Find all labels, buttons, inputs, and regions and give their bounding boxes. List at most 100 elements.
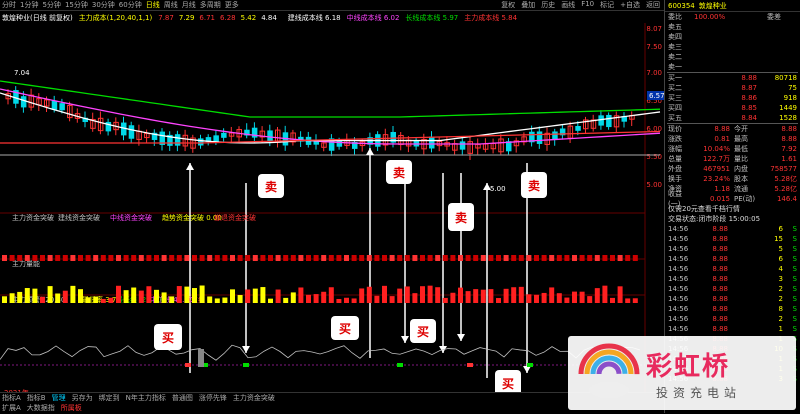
period-tab[interactable]: 30分钟 xyxy=(92,0,115,10)
volume-strip xyxy=(389,255,395,261)
toolbar-action[interactable]: 历史 xyxy=(541,0,555,10)
stat-label: 换手 xyxy=(668,175,682,183)
volume-strip xyxy=(549,255,555,261)
book-price: 8.84 xyxy=(741,114,757,122)
period-tab[interactable]: 分时 xyxy=(2,0,16,10)
volume-strip xyxy=(154,255,159,261)
indicator-tab[interactable]: 普通图 xyxy=(172,393,193,403)
volume-strip xyxy=(131,255,137,261)
energy-bar xyxy=(230,289,235,303)
candle-body xyxy=(20,96,27,108)
tick-side: S xyxy=(792,235,797,243)
kline-chart[interactable]: 8.077.507.006.506.005.505.007.045.006.57… xyxy=(0,23,664,401)
weibi-row: 委比 100.00% 委差 xyxy=(665,12,800,22)
energy-bar xyxy=(458,287,463,303)
toolbar-right: 复权 叠加 历史 画线 F10 标记 +自选 返回 xyxy=(501,0,664,10)
tick-side: S xyxy=(792,275,797,283)
volume-strip xyxy=(336,255,342,261)
notice-row[interactable]: 仅需20元查看千档行情 xyxy=(665,204,800,214)
volume-strip xyxy=(328,255,334,261)
tick-row: 14:56 8.88 5 S xyxy=(665,244,800,254)
indicator-tab[interactable]: N年主力指标 xyxy=(126,393,166,403)
energy-bar xyxy=(169,296,175,303)
book-volume: 1449 xyxy=(779,104,797,112)
tick-price: 8.88 xyxy=(712,255,728,263)
indicator-value: 7.29 xyxy=(178,13,195,22)
toolbar-action[interactable]: 标记 xyxy=(600,0,614,10)
energy-bar xyxy=(594,288,600,303)
weibi-label: 委比 xyxy=(668,13,682,21)
extension-tab[interactable]: 所属板 xyxy=(61,403,82,413)
energy-bar xyxy=(480,289,486,303)
tick-side: S xyxy=(792,255,797,263)
period-tab[interactable]: 日线 xyxy=(146,0,160,10)
book-price: 8.87 xyxy=(741,84,757,92)
energy-bar xyxy=(344,297,349,303)
toolbar-action[interactable]: +自选 xyxy=(620,0,640,10)
candle-body xyxy=(536,131,543,144)
candle-body xyxy=(221,132,227,138)
indicator-tab[interactable]: 另存为 xyxy=(72,393,93,403)
tick-side: S xyxy=(792,325,797,333)
energy-bar xyxy=(366,286,372,303)
candle-body xyxy=(59,103,65,111)
period-tab[interactable]: 60分钟 xyxy=(119,0,142,10)
book-volume: 1528 xyxy=(779,114,797,122)
toolbar-action[interactable]: 返回 xyxy=(646,0,660,10)
energy-bar xyxy=(108,297,114,303)
indicator-title[interactable]: 主力成本(1,20,40,1,1) xyxy=(79,13,153,23)
volume-strip xyxy=(40,255,45,261)
buy-callout-2: 买 xyxy=(331,316,359,340)
tick-time: 14:56 xyxy=(668,315,689,323)
indicator-tab[interactable]: 绑定到 xyxy=(99,393,120,403)
volume-strip xyxy=(427,255,433,261)
period-tab[interactable]: 15分钟 xyxy=(65,0,88,10)
tick-volume: 8 xyxy=(778,305,783,313)
stat-value: 8.88 xyxy=(781,135,797,143)
volume-strip xyxy=(146,255,152,261)
period-tab[interactable]: 周线 xyxy=(164,0,178,10)
volume-strip xyxy=(442,255,448,261)
indicator-tab[interactable]: 指标A xyxy=(2,393,21,403)
energy-bar xyxy=(556,293,562,303)
candle-body xyxy=(128,125,135,139)
tick-side: S xyxy=(792,225,797,233)
toolbar-action[interactable]: F10 xyxy=(581,0,594,10)
period-tab[interactable]: 月线 xyxy=(182,0,196,10)
period-tab[interactable]: 5分钟 xyxy=(42,0,60,10)
volume-strip xyxy=(24,255,30,261)
period-tab[interactable]: 多周期 xyxy=(200,0,221,10)
toolbar-action[interactable]: 复权 xyxy=(501,0,515,10)
candle-body xyxy=(575,126,581,131)
book-label: 买二 xyxy=(668,84,682,92)
indicator-tab[interactable]: 主力资金突破 xyxy=(233,393,275,403)
energy-bar xyxy=(632,298,638,303)
volume-strip xyxy=(85,255,91,261)
period-toolbar: 分时 1分钟 5分钟 15分钟 30分钟 60分钟 日线 周线 月线 多周期 更多 复权 叠加 历史 画线 F… xyxy=(0,0,664,11)
indicator-tab[interactable]: 管理 xyxy=(52,393,66,403)
signal-arrow xyxy=(523,366,531,373)
energy-bar xyxy=(100,298,106,303)
period-tab[interactable]: 1分钟 xyxy=(20,0,38,10)
tick-volume: 2 xyxy=(778,285,783,293)
extension-tab[interactable]: 扩展A xyxy=(2,403,21,413)
tick-volume: 1 xyxy=(778,325,783,333)
candle-body xyxy=(552,131,558,141)
extension-tab[interactable]: 大数据指 xyxy=(27,403,55,413)
stat-value: 8.88 xyxy=(781,125,797,133)
energy-bar xyxy=(374,295,380,303)
volume-strip xyxy=(511,255,517,261)
book-volume: 80718 xyxy=(774,74,797,82)
toolbar-action[interactable]: 画线 xyxy=(561,0,575,10)
energy-bar xyxy=(518,286,524,303)
toolbar-action[interactable]: 叠加 xyxy=(521,0,535,10)
volume-strip xyxy=(450,255,456,261)
order-book-row: 卖一 xyxy=(665,62,800,72)
sell-callout-2: 卖 xyxy=(386,160,412,184)
sell-callout-4: 卖 xyxy=(521,172,547,198)
volume-strip xyxy=(587,255,593,261)
period-tab[interactable]: 更多 xyxy=(225,0,239,10)
indicator-tab[interactable]: 指标B xyxy=(27,393,46,403)
indicator-tab[interactable]: 涨停先锋 xyxy=(199,393,227,403)
stat-label: 外盘 xyxy=(668,165,682,173)
